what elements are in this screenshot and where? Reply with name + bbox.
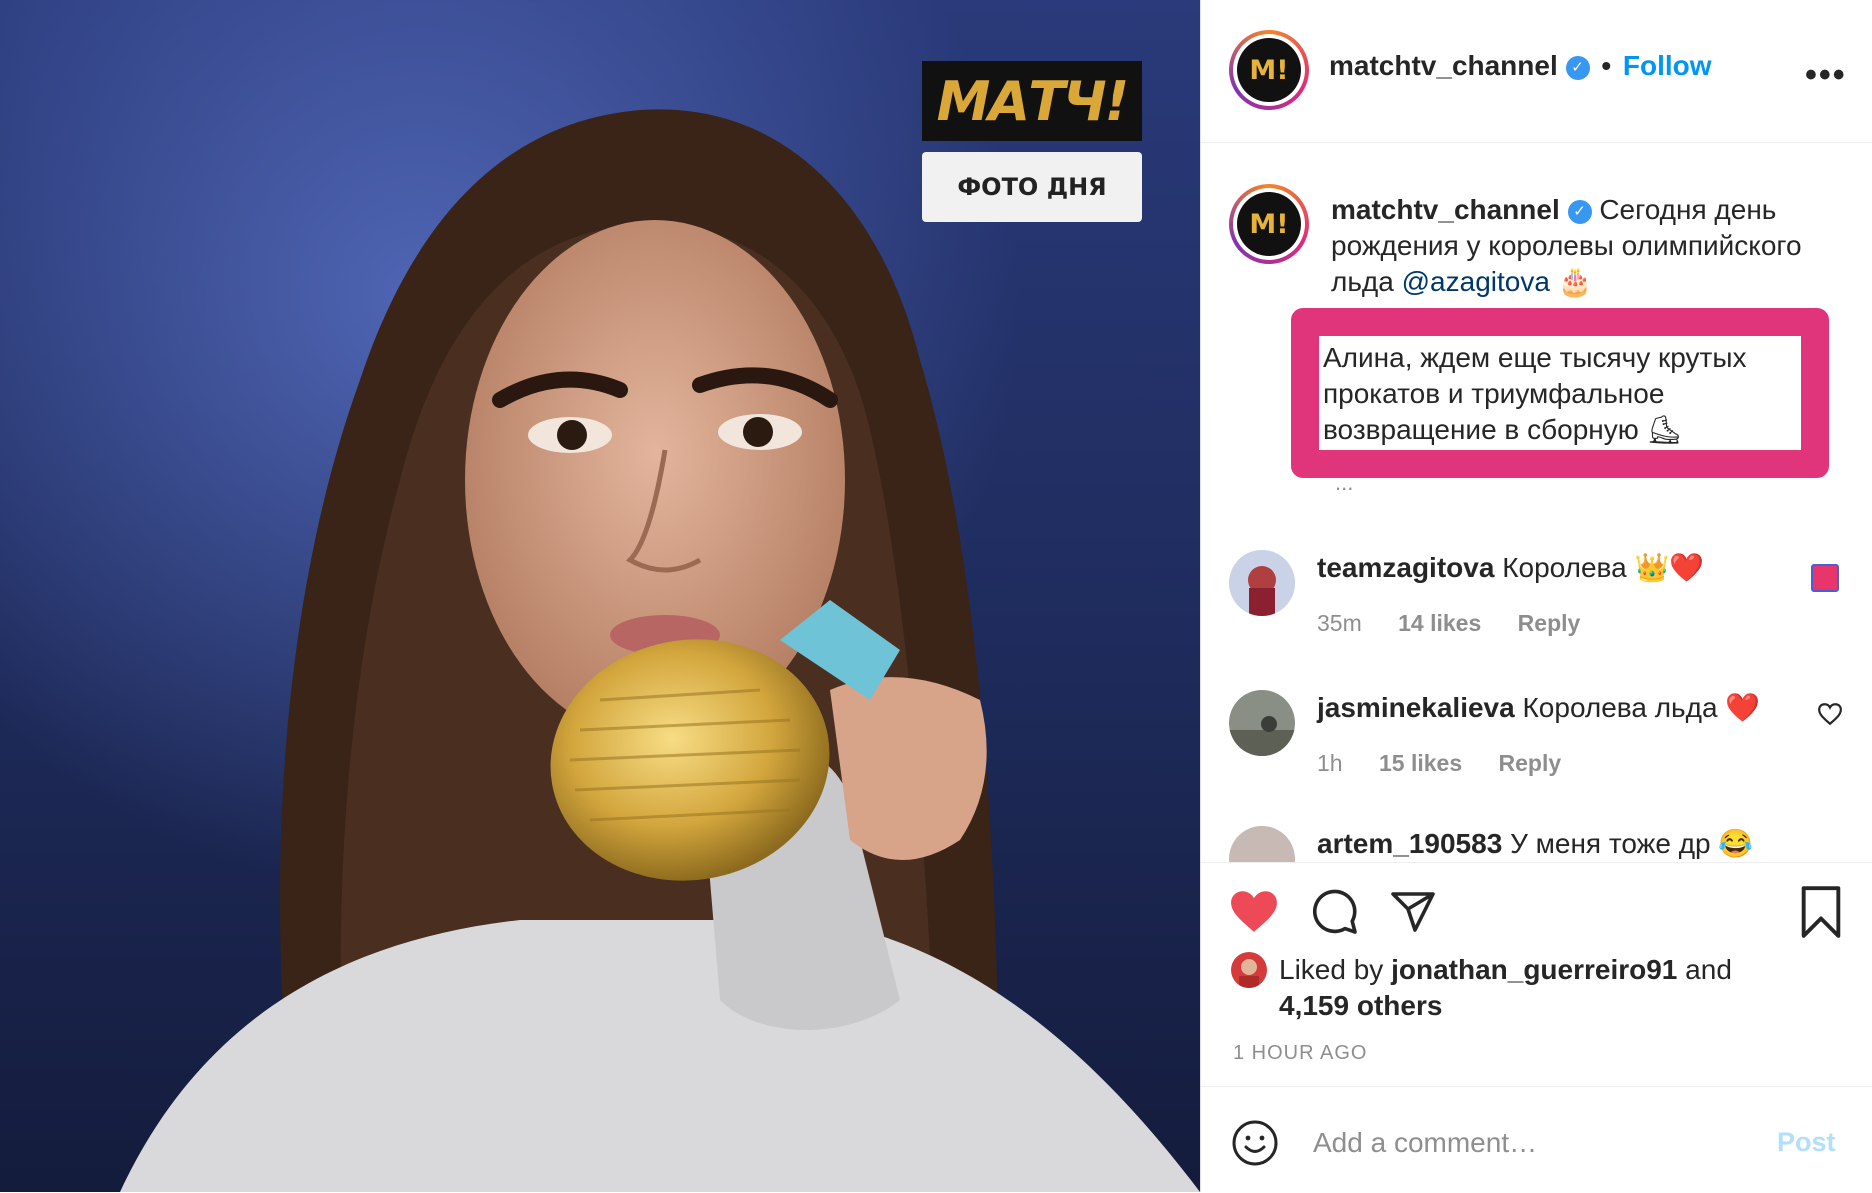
liked-by-and: and [1685, 954, 1732, 985]
comment-emoji: 👑❤️ [1634, 552, 1705, 583]
matchtv-logo-icon: M! [1237, 192, 1301, 256]
caption-avatar[interactable]: M! [1229, 184, 1309, 264]
caption-username[interactable]: matchtv_channel [1331, 194, 1560, 225]
comment-username[interactable]: teamzagitova [1317, 552, 1494, 583]
match-logo: МАТЧ! [922, 61, 1142, 141]
comment-text: Королева [1502, 552, 1627, 583]
verified-icon: ✓ [1565, 55, 1590, 80]
comment-avatar[interactable] [1229, 826, 1295, 862]
comment-likes[interactable]: 15 likes [1379, 750, 1462, 776]
follow-button[interactable]: Follow [1623, 50, 1712, 81]
badge-label: ФОТО ДНЯ [957, 173, 1107, 201]
comment-likes[interactable]: 14 likes [1398, 610, 1481, 636]
comment-time: 35m [1317, 610, 1362, 636]
matchtv-logo-icon: M! [1237, 38, 1301, 102]
photo-of-the-day-badge: ФОТО ДНЯ [922, 152, 1142, 222]
dot-separator: • [1601, 50, 1612, 81]
comments-scroll-clip: artem_190583 У меня тоже др 😂 [1201, 820, 1872, 862]
bookmark-icon[interactable] [1797, 886, 1845, 943]
add-comment-bar: Post [1201, 1086, 1872, 1193]
post-header: M! matchtv_channel ✓ • Follow ••• [1201, 0, 1872, 143]
post-timestamp[interactable]: 1 HOUR AGO [1233, 1042, 1367, 1065]
cake-emoji: 🎂 [1557, 266, 1593, 297]
comment-text: У меня тоже др [1510, 828, 1711, 859]
comment-item: artem_190583 У меня тоже др 😂 [1229, 826, 1845, 862]
more-icon[interactable]: ••• [1805, 56, 1847, 95]
heart-icon[interactable] [1229, 888, 1279, 939]
match-logo-text: МАТЧ! [936, 69, 1130, 133]
verified-icon: ✓ [1567, 199, 1592, 224]
comment-text: Королева льда [1522, 692, 1718, 723]
header-username[interactable]: matchtv_channel [1329, 50, 1558, 81]
comment-item: jasminekalieva Королева льда ❤️ 1h 15 li… [1229, 690, 1845, 800]
likes-count[interactable]: 4,159 others [1279, 990, 1442, 1021]
comment-like-icon[interactable] [1811, 564, 1839, 592]
comment-emoji: ❤️ [1725, 692, 1761, 723]
comment-item: teamzagitova Королева 👑❤️ 35m 14 likes R… [1229, 550, 1845, 660]
post-sidebar: M! matchtv_channel ✓ • Follow ••• M! mat… [1200, 0, 1872, 1192]
highlight-text: Алина, ждем еще тысячу крутых прокатов и… [1323, 342, 1747, 445]
comment-avatar[interactable] [1229, 690, 1295, 756]
comment-icon[interactable] [1311, 888, 1359, 941]
comment-username[interactable]: jasminekalieva [1317, 692, 1515, 723]
comment-avatar[interactable] [1229, 550, 1295, 616]
liked-by-prefix: Liked by [1279, 954, 1384, 985]
share-icon[interactable] [1389, 888, 1437, 941]
post-photo[interactable]: МАТЧ! ФОТО ДНЯ [0, 0, 1200, 1192]
comment-time: 1h [1317, 750, 1343, 776]
caption-more: ... [1335, 470, 1354, 495]
comment-heart-icon[interactable] [1817, 702, 1843, 731]
caption-mention[interactable]: @azagitova [1402, 266, 1550, 297]
comment-input[interactable] [1311, 1117, 1735, 1169]
comment-username[interactable]: artem_190583 [1317, 828, 1502, 859]
liked-by-user[interactable]: jonathan_guerreiro91 [1391, 954, 1677, 985]
post-button[interactable]: Post [1777, 1127, 1836, 1158]
likes-line: Liked by jonathan_guerreiro91 and 4,159 … [1279, 952, 1839, 1024]
reply-button[interactable]: Reply [1499, 750, 1562, 776]
skate-emoji: ⛸ [1646, 414, 1683, 445]
header-avatar[interactable]: M! [1229, 30, 1309, 110]
liked-by-avatar[interactable] [1231, 952, 1267, 988]
reply-button[interactable]: Reply [1518, 610, 1581, 636]
action-bar [1201, 862, 1872, 863]
emoji-icon[interactable] [1231, 1119, 1279, 1172]
highlight-box: Алина, ждем еще тысячу крутых прокатов и… [1291, 308, 1829, 478]
comment-emoji: 😂 [1718, 828, 1754, 859]
